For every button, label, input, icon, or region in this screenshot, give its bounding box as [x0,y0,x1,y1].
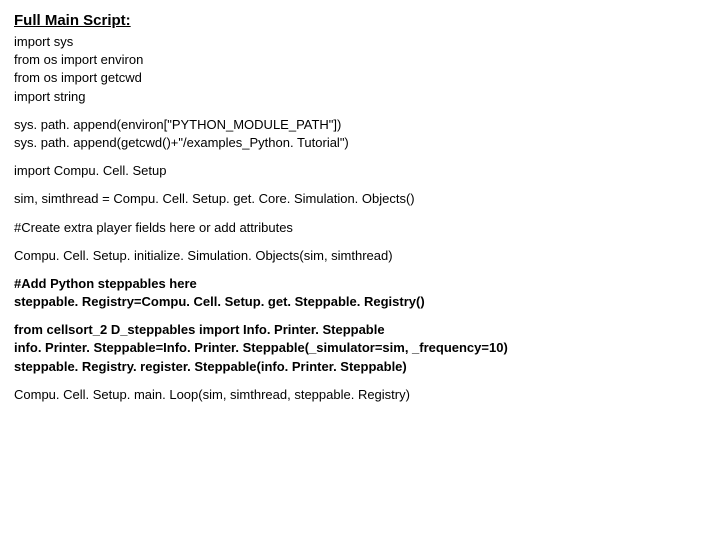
code-line: steppable. Registry=Compu. Cell. Setup. … [14,293,706,311]
code-line: import string [14,88,706,106]
code-line: import Compu. Cell. Setup [14,162,706,180]
code-line: from os import environ [14,51,706,69]
sim-objects-block: sim, simthread = Compu. Cell. Setup. get… [14,190,706,208]
code-line: steppable. Registry. register. Steppable… [14,358,706,376]
import-setup-block: import Compu. Cell. Setup [14,162,706,180]
printer-block: from cellsort_2 D_steppables import Info… [14,321,706,376]
code-line: import sys [14,33,706,51]
code-line: sim, simthread = Compu. Cell. Setup. get… [14,190,706,208]
code-line: sys. path. append(environ["PYTHON_MODULE… [14,116,706,134]
imports-block: import sys from os import environ from o… [14,33,706,106]
code-line: info. Printer. Steppable=Info. Printer. … [14,339,706,357]
comment-fields-block: #Create extra player fields here or add … [14,219,706,237]
code-line: from os import getcwd [14,69,706,87]
code-line: Compu. Cell. Setup. main. Loop(sim, simt… [14,386,706,404]
code-line: sys. path. append(getcwd()+"/examples_Py… [14,134,706,152]
code-comment: #Add Python steppables here [14,275,706,293]
path-block: sys. path. append(environ["PYTHON_MODULE… [14,116,706,152]
steppables-block: #Add Python steppables here steppable. R… [14,275,706,311]
code-line: Compu. Cell. Setup. initialize. Simulati… [14,247,706,265]
mainloop-block: Compu. Cell. Setup. main. Loop(sim, simt… [14,386,706,404]
script-title: Full Main Script: [14,10,706,31]
code-comment: #Create extra player fields here or add … [14,219,706,237]
code-line: from cellsort_2 D_steppables import Info… [14,321,706,339]
init-sim-block: Compu. Cell. Setup. initialize. Simulati… [14,247,706,265]
